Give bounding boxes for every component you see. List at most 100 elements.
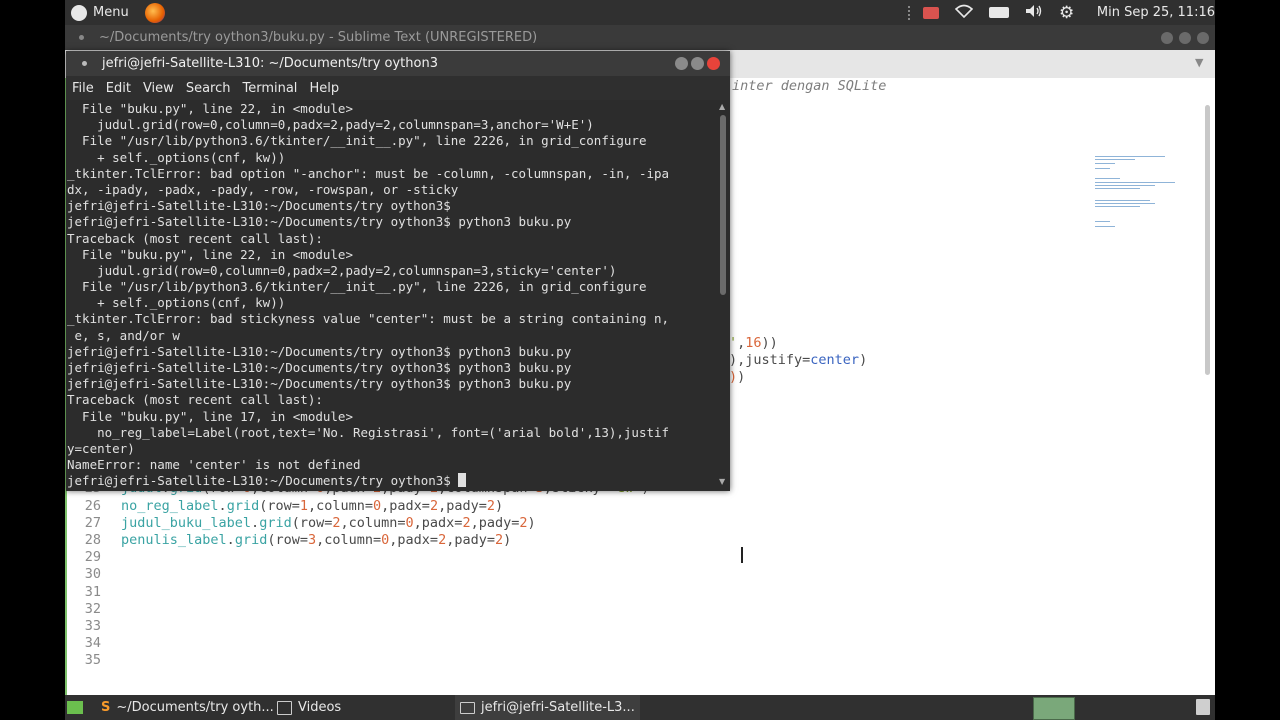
taskbar-item-sublime[interactable]: S ~/Documents/try oyth... xyxy=(97,695,274,720)
terminal-prompt-line[interactable]: jefri@jefri-Satellite-L310:~/Documents/t… xyxy=(67,473,717,489)
wifi-icon[interactable] xyxy=(954,4,974,22)
code-line: 35 xyxy=(65,652,121,668)
terminal-line: Traceback (most recent call last): xyxy=(67,230,323,246)
menu-file[interactable]: File xyxy=(66,81,100,96)
sublime-titlebar[interactable]: ~/Documents/try oython3/buku.py - Sublim… xyxy=(65,25,1215,50)
terminal-line: _tkinter.TclError: bad option "-anchor":… xyxy=(67,165,670,181)
code-line: 33 xyxy=(65,618,121,634)
window-dot-icon xyxy=(82,61,87,66)
code-line: 26 no_reg_label.grid(row=1,column=0,padx=… xyxy=(65,498,503,514)
tab-list-dropdown-icon[interactable]: ▼ xyxy=(1195,56,1203,69)
terminal-output[interactable]: File "buku.py", line 22, in <module> jud… xyxy=(67,101,717,489)
settings-gear-icon[interactable]: ⚙ xyxy=(1059,3,1074,23)
terminal-line: + self._options(cnf, kw)) xyxy=(67,295,286,311)
menu-edit[interactable]: Edit xyxy=(100,81,137,96)
terminal-close-button[interactable] xyxy=(707,57,720,70)
terminal-line: jefri@jefri-Satellite-L310:~/Documents/t… xyxy=(67,214,572,230)
terminal-menubar: File Edit View Search Terminal Help xyxy=(66,76,730,100)
terminal-line: y=center) xyxy=(67,440,135,456)
code-line: 32 xyxy=(65,601,121,617)
sublime-maximize-button[interactable] xyxy=(1179,32,1191,44)
volume-icon[interactable] xyxy=(1025,4,1043,22)
terminal-line: jefri@jefri-Satellite-L310:~/Documents/t… xyxy=(67,376,572,392)
battery-icon[interactable] xyxy=(989,7,1009,18)
minimap[interactable] xyxy=(1095,156,1185,236)
menu-view[interactable]: View xyxy=(137,81,180,96)
line-number: 31 xyxy=(84,583,101,600)
sublime-app-icon: S xyxy=(101,700,111,715)
sublime-scrollbar[interactable] xyxy=(1205,105,1210,375)
line-number: 33 xyxy=(84,618,101,634)
line-number: 35 xyxy=(84,652,101,669)
terminal-line: dx, -ipady, -padx, -pady, -row, -rowspan… xyxy=(67,181,459,197)
terminal-prompt: jefri@jefri-Satellite-L310:~/Documents/t… xyxy=(67,473,459,489)
tray-indicators: ⚙ xyxy=(908,3,1094,23)
terminal-titlebar[interactable]: jefri@jefri-Satellite-L310: ~/Documents/… xyxy=(66,51,730,76)
sublime-window-title: ~/Documents/try oython3/buku.py - Sublim… xyxy=(99,30,538,45)
record-camera-icon[interactable] xyxy=(923,6,939,19)
video-folder-icon xyxy=(277,700,292,715)
code-text: judul_buku_label.grid(row=2,column=0,pad… xyxy=(121,514,536,531)
menu-help[interactable]: Help xyxy=(303,81,345,96)
terminal-line: jefri@jefri-Satellite-L310:~/Documents/t… xyxy=(67,343,572,359)
terminal-cursor xyxy=(458,473,467,488)
terminal-line: File "/usr/lib/python3.6/tkinter/__init_… xyxy=(67,279,647,295)
menu-logo-icon xyxy=(71,4,87,21)
show-desktop-icon[interactable] xyxy=(67,701,83,714)
terminal-line: + self._options(cnf, kw)) xyxy=(67,149,286,165)
sublime-minimize-button[interactable] xyxy=(1161,32,1173,44)
sublime-close-button[interactable] xyxy=(1197,32,1209,44)
menu-button[interactable]: Menu xyxy=(71,2,165,23)
drag-handle-icon xyxy=(908,5,913,20)
text-cursor-ibeam-icon xyxy=(741,547,743,563)
taskbar-item-label: Videos xyxy=(298,700,342,715)
code-line: 31 xyxy=(65,584,121,600)
taskbar-item-label: jefri@jefri-Satellite-L3... xyxy=(481,700,635,715)
terminal-app-icon xyxy=(460,701,475,714)
bottom-panel: S ~/Documents/try oyth... Videos jefri@j… xyxy=(65,695,1215,720)
terminal-line: judul.grid(row=0,column=0,padx=2,pady=2,… xyxy=(67,262,617,278)
terminal-scrollbar-thumb[interactable] xyxy=(720,115,726,295)
code-line-partial-c: )) xyxy=(729,369,746,385)
terminal-window: jefri@jefri-Satellite-L310: ~/Documents/… xyxy=(66,51,730,491)
scroll-down-arrow-icon[interactable]: ▼ xyxy=(719,477,725,486)
terminal-line: File "buku.py", line 22, in <module> xyxy=(67,101,353,116)
scroll-up-arrow-icon[interactable]: ▲ xyxy=(719,102,725,111)
taskbar-item-videos[interactable]: Videos xyxy=(277,695,437,720)
line-number: 32 xyxy=(84,600,101,617)
firefox-icon[interactable] xyxy=(144,2,165,23)
menu-terminal[interactable]: Terminal xyxy=(236,81,303,96)
terminal-minimize-button[interactable] xyxy=(675,57,688,70)
menu-label: Menu xyxy=(93,5,129,20)
code-line: 30 xyxy=(65,566,121,582)
window-dot-icon xyxy=(79,35,84,40)
terminal-line: no_reg_label=Label(root,text='No. Regist… xyxy=(67,424,670,440)
terminal-line: Traceback (most recent call last): xyxy=(67,392,323,408)
code-text: penulis_label.grid(row=3,column=0,padx=2… xyxy=(121,532,512,548)
terminal-line: jefri@jefri-Satellite-L310:~/Documents/t… xyxy=(67,198,451,214)
terminal-maximize-button[interactable] xyxy=(691,57,704,70)
taskbar-item-terminal[interactable]: jefri@jefri-Satellite-L3... xyxy=(455,695,640,720)
code-line: 34 xyxy=(65,635,121,651)
line-number: 29 xyxy=(84,549,101,566)
line-number: 30 xyxy=(84,566,101,583)
terminal-line: _tkinter.TclError: bad stickyness value … xyxy=(67,311,670,327)
terminal-window-title: jefri@jefri-Satellite-L310: ~/Documents/… xyxy=(102,56,438,71)
line-number: 26 xyxy=(84,497,101,514)
menu-search[interactable]: Search xyxy=(180,81,237,96)
terminal-line: File "buku.py", line 22, in <module> xyxy=(67,246,353,262)
clock[interactable]: Min Sep 25, 11:16 xyxy=(1097,5,1215,20)
terminal-line: NameError: name 'center' is not defined xyxy=(67,457,361,473)
trash-icon[interactable] xyxy=(1196,699,1210,715)
comment-line-partial: inter dengan SQLite xyxy=(732,78,887,94)
top-panel: Menu ⚙ Min Sep 25, 11:16 xyxy=(65,0,1215,25)
terminal-line: judul.grid(row=0,column=0,padx=2,pady=2,… xyxy=(67,117,594,133)
terminal-line: e, s, and/or w xyxy=(67,327,180,343)
workspace-switcher[interactable] xyxy=(1033,697,1075,720)
taskbar-item-label: ~/Documents/try oyth... xyxy=(116,700,274,715)
line-number: 34 xyxy=(84,635,101,652)
code-line: 27 judul_buku_label.grid(row=2,column=0,p… xyxy=(65,515,536,531)
terminal-line: File "/usr/lib/python3.6/tkinter/__init_… xyxy=(67,133,647,149)
line-number: 27 xyxy=(84,514,101,531)
code-text: no_reg_label.grid(row=1,column=0,padx=2,… xyxy=(121,497,504,514)
